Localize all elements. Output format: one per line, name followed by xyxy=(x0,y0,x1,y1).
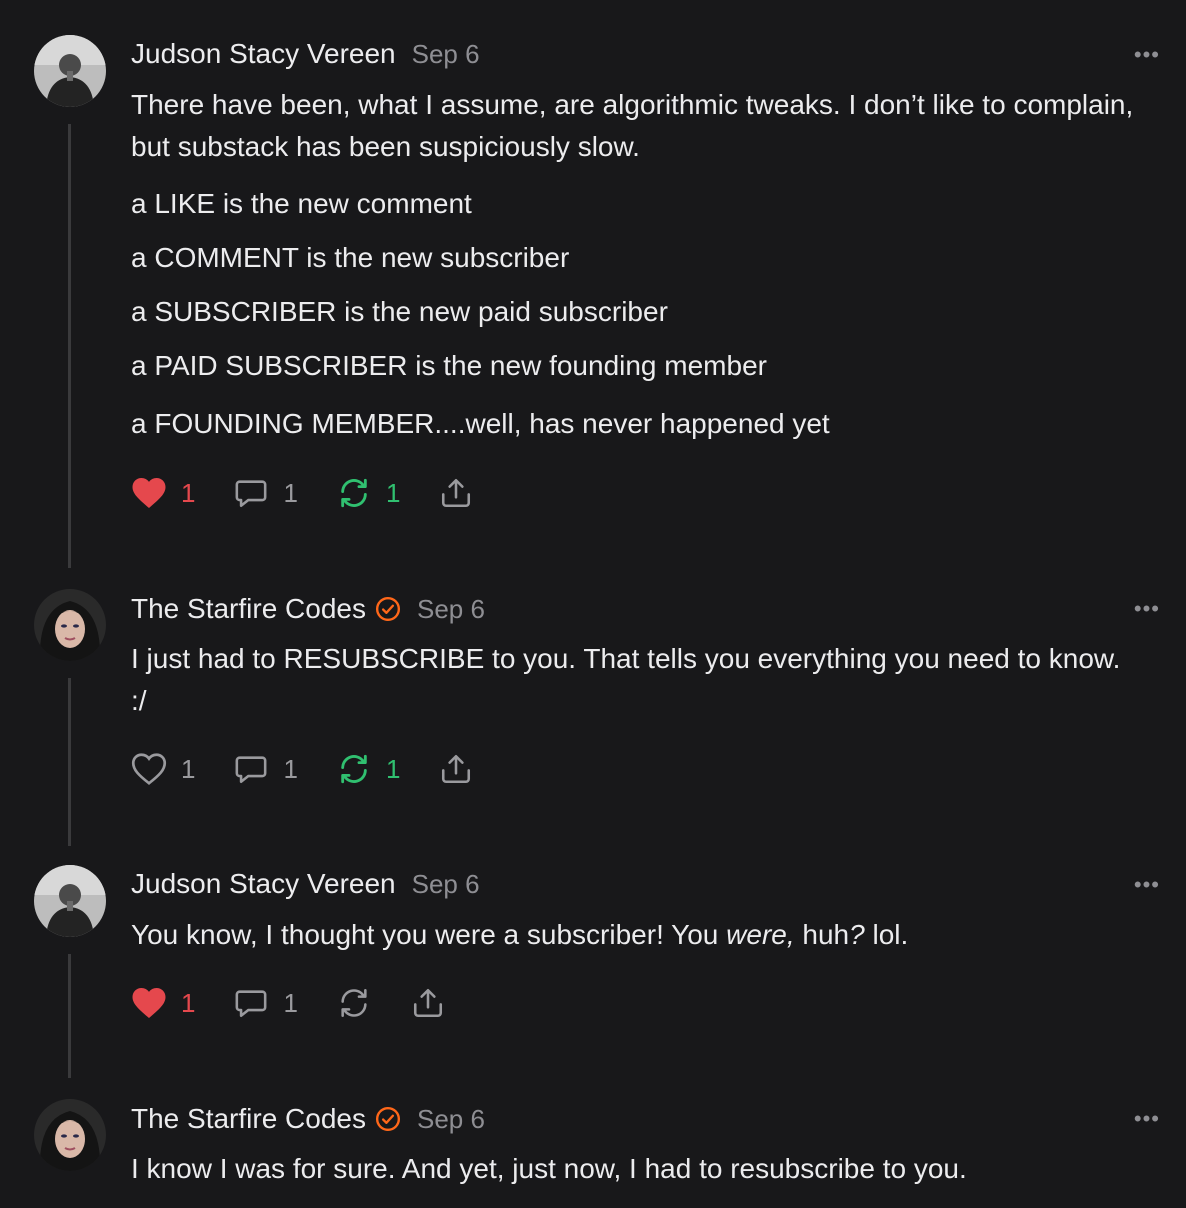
text-italic: were, xyxy=(726,919,795,950)
like-count: 1 xyxy=(181,477,196,508)
more-icon[interactable]: ••• xyxy=(1134,42,1160,68)
comment-icon xyxy=(236,990,267,1018)
comment-body: I know I was for sure. And yet, just now… xyxy=(131,1148,1141,1190)
comment-header: The Starfire Codes Sep 6 xyxy=(131,1102,485,1135)
like-button[interactable]: 1 xyxy=(131,752,195,786)
comment-line: a PAID SUBSCRIBER is the new founding me… xyxy=(131,350,767,381)
restack-button[interactable]: 1 xyxy=(336,476,400,510)
restack-icon xyxy=(341,754,367,784)
text-italic: ? xyxy=(849,919,865,950)
author-name[interactable]: Judson Stacy Vereen xyxy=(131,868,396,900)
action-bar: 1 1 1 xyxy=(131,476,512,510)
comment-paragraph: I just had to RESUBSCRIBE to you. That t… xyxy=(131,643,1121,716)
restack-count: 1 xyxy=(385,477,401,508)
comment-line: a SUBSCRIBER is the new paid subscriber xyxy=(131,296,668,327)
comment-body: There have been, what I assume, are algo… xyxy=(131,84,1141,168)
comment-date[interactable]: Sep 6 xyxy=(417,1104,485,1135)
comment-header: Judson Stacy Vereen Sep 6 xyxy=(131,38,480,70)
comment-header: Judson Stacy Vereen Sep 6 xyxy=(131,868,480,900)
reply-count: 1 xyxy=(283,753,298,784)
like-count: 1 xyxy=(181,753,196,784)
verified-icon xyxy=(375,1106,401,1132)
reply-count: 1 xyxy=(283,477,298,508)
more-icon[interactable]: ••• xyxy=(1134,596,1160,622)
thread-line xyxy=(68,954,71,1078)
action-bar: 1 1 1 xyxy=(131,752,512,786)
restack-button[interactable] xyxy=(336,986,372,1020)
avatar-judson[interactable] xyxy=(34,865,106,937)
comment-date[interactable]: Sep 6 xyxy=(412,39,480,70)
share-icon xyxy=(413,988,442,1018)
author-name[interactable]: Judson Stacy Vereen xyxy=(131,38,396,70)
thread-line xyxy=(68,678,71,846)
share-button[interactable] xyxy=(438,476,474,510)
restack-count: 1 xyxy=(385,753,401,784)
comment-header: The Starfire Codes Sep 6 xyxy=(131,592,485,625)
comment-paragraph: I know I was for sure. And yet, just now… xyxy=(131,1153,967,1184)
like-count: 1 xyxy=(181,987,196,1018)
avatar-starfire[interactable] xyxy=(34,589,106,661)
heart-icon xyxy=(131,753,167,785)
thread-line xyxy=(68,124,71,568)
more-icon[interactable]: ••• xyxy=(1134,872,1160,898)
share-icon xyxy=(442,478,471,508)
comment-icon xyxy=(236,756,267,784)
author-name[interactable]: The Starfire Codes xyxy=(131,1103,366,1135)
comment-line: a LIKE is the new comment xyxy=(131,188,472,219)
reply-button[interactable]: 1 xyxy=(233,986,298,1020)
text-segment: You know, I thought you were a subscribe… xyxy=(131,919,727,950)
heart-icon xyxy=(132,478,166,508)
verified-icon xyxy=(375,596,401,622)
like-button[interactable]: 1 xyxy=(131,476,195,510)
comment-icon xyxy=(236,480,267,508)
avatar-judson[interactable] xyxy=(34,35,106,107)
author-name[interactable]: The Starfire Codes xyxy=(131,593,366,625)
like-button[interactable]: 1 xyxy=(131,986,195,1020)
reply-button[interactable]: 1 xyxy=(233,476,298,510)
reply-button[interactable]: 1 xyxy=(233,752,298,786)
comment-paragraph: You know, I thought you were a subscribe… xyxy=(131,914,1141,956)
text-segment: huh xyxy=(794,919,850,950)
comment-body: I just had to RESUBSCRIBE to you. That t… xyxy=(131,638,1141,722)
more-icon[interactable]: ••• xyxy=(1134,1106,1160,1132)
restack-icon xyxy=(341,478,367,508)
comment-paragraph: There have been, what I assume, are algo… xyxy=(131,89,1134,162)
restack-icon xyxy=(341,988,367,1018)
comment-line: a COMMENT is the new subscriber xyxy=(131,242,570,273)
reply-count: 1 xyxy=(283,987,298,1018)
comment-date[interactable]: Sep 6 xyxy=(417,594,485,625)
heart-icon xyxy=(132,988,166,1018)
share-button[interactable] xyxy=(410,986,446,1020)
comment-line: a FOUNDING MEMBER....well, has never hap… xyxy=(131,408,830,439)
avatar-starfire[interactable] xyxy=(34,1099,106,1171)
share-button[interactable] xyxy=(438,752,474,786)
comment-body: You know, I thought you were a subscribe… xyxy=(131,914,1141,956)
share-icon xyxy=(442,754,471,784)
text-segment: lol. xyxy=(864,919,909,950)
restack-button[interactable]: 1 xyxy=(336,752,400,786)
action-bar: 1 1 xyxy=(131,986,484,1020)
comment-date[interactable]: Sep 6 xyxy=(412,869,480,900)
